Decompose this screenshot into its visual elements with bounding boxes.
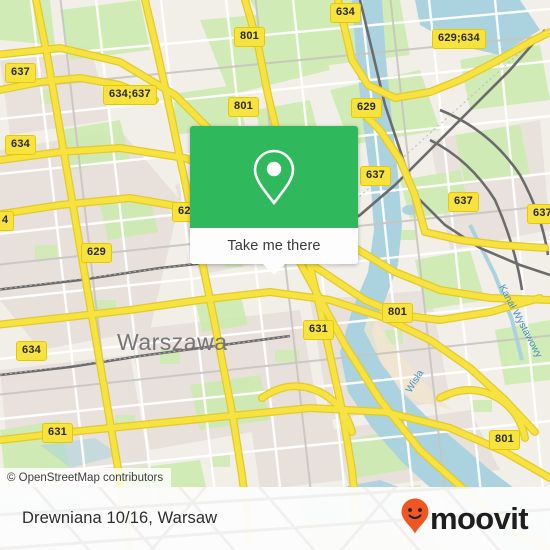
route-shield: 637	[448, 192, 479, 212]
route-shield: 629;634	[432, 29, 486, 49]
take-me-there-label: Take me there	[227, 238, 321, 254]
route-shield: 4	[0, 211, 15, 231]
map-canvas[interactable]: Warszawa Wisła Kanał Wystawowy 634 801 6…	[0, 0, 550, 550]
route-shield: 634	[5, 135, 36, 155]
route-shield: 629	[81, 243, 112, 263]
moovit-logo[interactable]: moovit	[401, 498, 529, 539]
route-shield: 637	[360, 166, 391, 186]
moovit-map-screenshot: Warszawa Wisła Kanał Wystawowy 634 801 6…	[0, 0, 550, 550]
route-shield: 634;637	[103, 85, 157, 105]
map-attribution: © OpenStreetMap contributors	[0, 468, 172, 487]
route-shield: 634	[330, 3, 361, 23]
route-shield: 634	[16, 341, 47, 361]
route-shield: 801	[234, 27, 265, 47]
address-label: Drewniana 10/16, Warsaw	[22, 509, 218, 527]
location-popup-card[interactable]: Take me there	[190, 126, 358, 275]
route-shield: 631	[303, 320, 334, 340]
attribution-text: © OpenStreetMap contributors	[7, 471, 164, 484]
location-pin-icon	[251, 148, 297, 206]
route-shield: 637	[5, 63, 36, 83]
route-shield: 637	[527, 204, 550, 224]
route-shield: 801	[382, 303, 413, 323]
popup-pin-panel	[190, 126, 358, 228]
route-shield: 631	[42, 423, 73, 443]
moovit-wordmark: moovit	[429, 501, 529, 536]
bottom-info-bar: Drewniana 10/16, Warsaw moovit	[0, 487, 550, 550]
place-label-warszawa: Warszawa	[117, 329, 228, 355]
popup-cta-panel[interactable]: Take me there	[190, 228, 358, 264]
route-shield: 801	[228, 97, 259, 117]
route-shield: 629	[351, 98, 382, 118]
popup-tail-pointer	[262, 263, 286, 275]
moovit-pin-icon	[401, 498, 429, 539]
route-shield: 801	[489, 430, 520, 450]
